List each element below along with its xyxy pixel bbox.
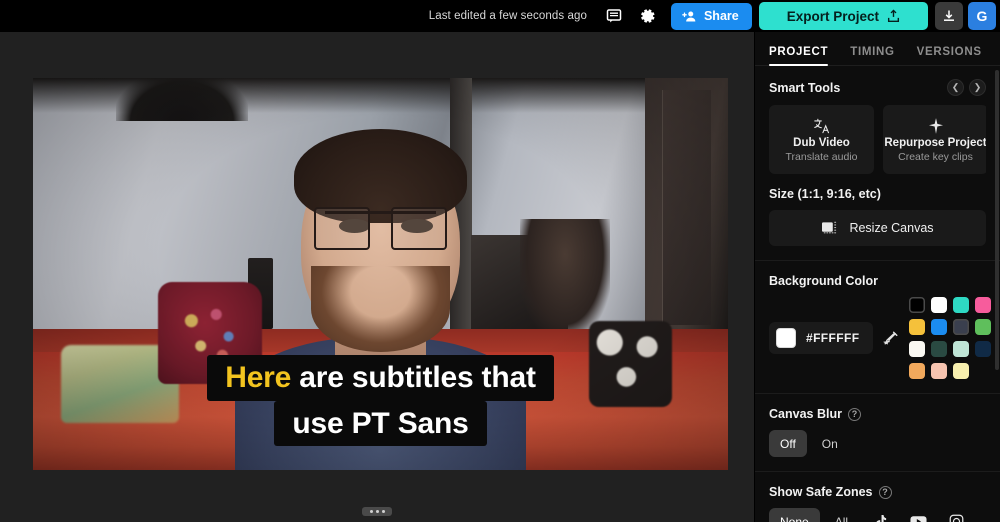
canvas-blur-section: Canvas Blur ? Off On <box>755 394 1000 457</box>
canvas-blur-label: Canvas Blur <box>769 407 842 421</box>
project-panel: PROJECT TIMING VERSIONS Smart Tools ❮ ❯ <box>754 32 1000 522</box>
swatch-12[interactable] <box>909 363 926 379</box>
swatch-11[interactable] <box>975 341 992 357</box>
background-color-chip <box>776 328 796 348</box>
upload-box-icon <box>887 9 900 23</box>
help-circle-icon[interactable]: ? <box>847 407 861 421</box>
person-add-icon <box>682 10 697 23</box>
swatch-5[interactable] <box>931 319 948 335</box>
help-circle-icon[interactable]: ? <box>878 485 892 499</box>
smart-tools-title: Smart Tools <box>769 80 841 95</box>
share-button[interactable]: Share <box>670 2 752 30</box>
instagram-icon <box>949 514 964 522</box>
safe-zones-toggle: None All <box>769 508 986 522</box>
background-color-section: Background Color #FFFFFF <box>755 261 1000 379</box>
tiktok-icon <box>873 514 888 522</box>
canvas-blur-off[interactable]: Off <box>769 430 807 457</box>
size-title: Size (1:1, 9:16, etc) <box>769 187 881 201</box>
panel-scrollbar[interactable] <box>995 70 999 370</box>
swatch-13[interactable] <box>931 363 948 379</box>
safe-zones-title: Show Safe Zones ? <box>769 485 892 499</box>
panel-tabs: PROJECT TIMING VERSIONS <box>755 32 1000 66</box>
swatch-7[interactable] <box>975 319 992 335</box>
background-hex-field[interactable]: #FFFFFF <box>769 322 874 354</box>
swatch-8[interactable] <box>909 341 926 357</box>
background-hex-value: #FFFFFF <box>806 331 860 345</box>
canvas-blur-toggle: Off On <box>769 430 986 457</box>
video-still <box>33 78 728 470</box>
download-icon[interactable] <box>935 2 963 30</box>
safe-zones-section: Show Safe Zones ? None All <box>755 472 1000 522</box>
safe-zone-none[interactable]: None <box>769 508 820 522</box>
canvas-blur-title: Canvas Blur ? <box>769 407 861 421</box>
chevron-left-icon[interactable]: ❮ <box>947 79 964 96</box>
export-project-button[interactable]: Export Project <box>758 2 928 30</box>
smart-tool-repurpose-label: Repurpose Project <box>884 136 986 149</box>
smart-tools-carousel: Dub Video Translate audio Repurpose Proj… <box>769 105 986 174</box>
timeline-drag-handle[interactable] <box>362 507 392 516</box>
canvas-stage: Here are subtitles that use PT Sans <box>0 32 754 522</box>
safe-zone-youtube[interactable] <box>901 508 935 522</box>
smart-tool-repurpose-project[interactable]: Repurpose Project Create key clips <box>883 105 986 174</box>
sparkle-icon <box>927 117 945 135</box>
swatch-0[interactable] <box>909 297 926 313</box>
top-bar: Last edited a few seconds ago Share Expo… <box>0 0 1000 32</box>
avatar[interactable]: G <box>968 2 996 30</box>
resize-canvas-icon <box>821 221 838 236</box>
smart-tool-dub-video-label: Dub Video <box>793 136 850 149</box>
swatch-14[interactable] <box>953 363 970 379</box>
size-section: Size (1:1, 9:16, etc) Resize Canvas <box>755 174 1000 246</box>
translate-icon <box>813 117 831 135</box>
safe-zone-instagram[interactable] <box>939 508 973 522</box>
smart-tool-dub-video[interactable]: Dub Video Translate audio <box>769 105 874 174</box>
share-button-label: Share <box>703 9 739 23</box>
youtube-icon <box>910 515 927 522</box>
eyedropper-icon[interactable] <box>883 330 899 346</box>
background-color-title: Background Color <box>769 274 879 288</box>
swatch-9[interactable] <box>931 341 948 357</box>
comment-icon[interactable] <box>601 3 627 29</box>
chevron-right-icon[interactable]: ❯ <box>969 79 986 96</box>
export-button-label: Export Project <box>786 8 879 24</box>
tab-timing[interactable]: TIMING <box>850 46 894 65</box>
canvas-blur-on[interactable]: On <box>811 430 849 457</box>
smart-tools-section: Smart Tools ❮ ❯ Dub Video Translate audi… <box>755 66 1000 174</box>
swatch-1[interactable] <box>931 297 948 313</box>
resize-canvas-button[interactable]: Resize Canvas <box>769 210 986 246</box>
swatch-4[interactable] <box>909 319 926 335</box>
video-editor-app: Last edited a few seconds ago Share Expo… <box>0 0 1000 522</box>
background-swatch-grid <box>909 297 992 379</box>
video-preview[interactable]: Here are subtitles that use PT Sans <box>33 78 728 470</box>
gear-icon[interactable] <box>635 3 661 29</box>
smart-tool-repurpose-sub: Create key clips <box>898 150 973 163</box>
resize-canvas-label: Resize Canvas <box>849 221 934 235</box>
swatch-6[interactable] <box>953 319 970 335</box>
smart-tool-dub-video-sub: Translate audio <box>785 150 858 163</box>
tab-versions[interactable]: VERSIONS <box>917 46 982 65</box>
last-edited-status: Last edited a few seconds ago <box>428 10 587 22</box>
safe-zones-label: Show Safe Zones <box>769 485 873 499</box>
tab-project[interactable]: PROJECT <box>769 46 829 66</box>
swatch-10[interactable] <box>953 341 970 357</box>
safe-zone-all[interactable]: All <box>824 508 859 522</box>
swatch-2[interactable] <box>953 297 970 313</box>
swatch-3[interactable] <box>975 297 992 313</box>
safe-zone-tiktok[interactable] <box>863 508 897 522</box>
smart-tools-nav: ❮ ❯ <box>947 79 986 96</box>
